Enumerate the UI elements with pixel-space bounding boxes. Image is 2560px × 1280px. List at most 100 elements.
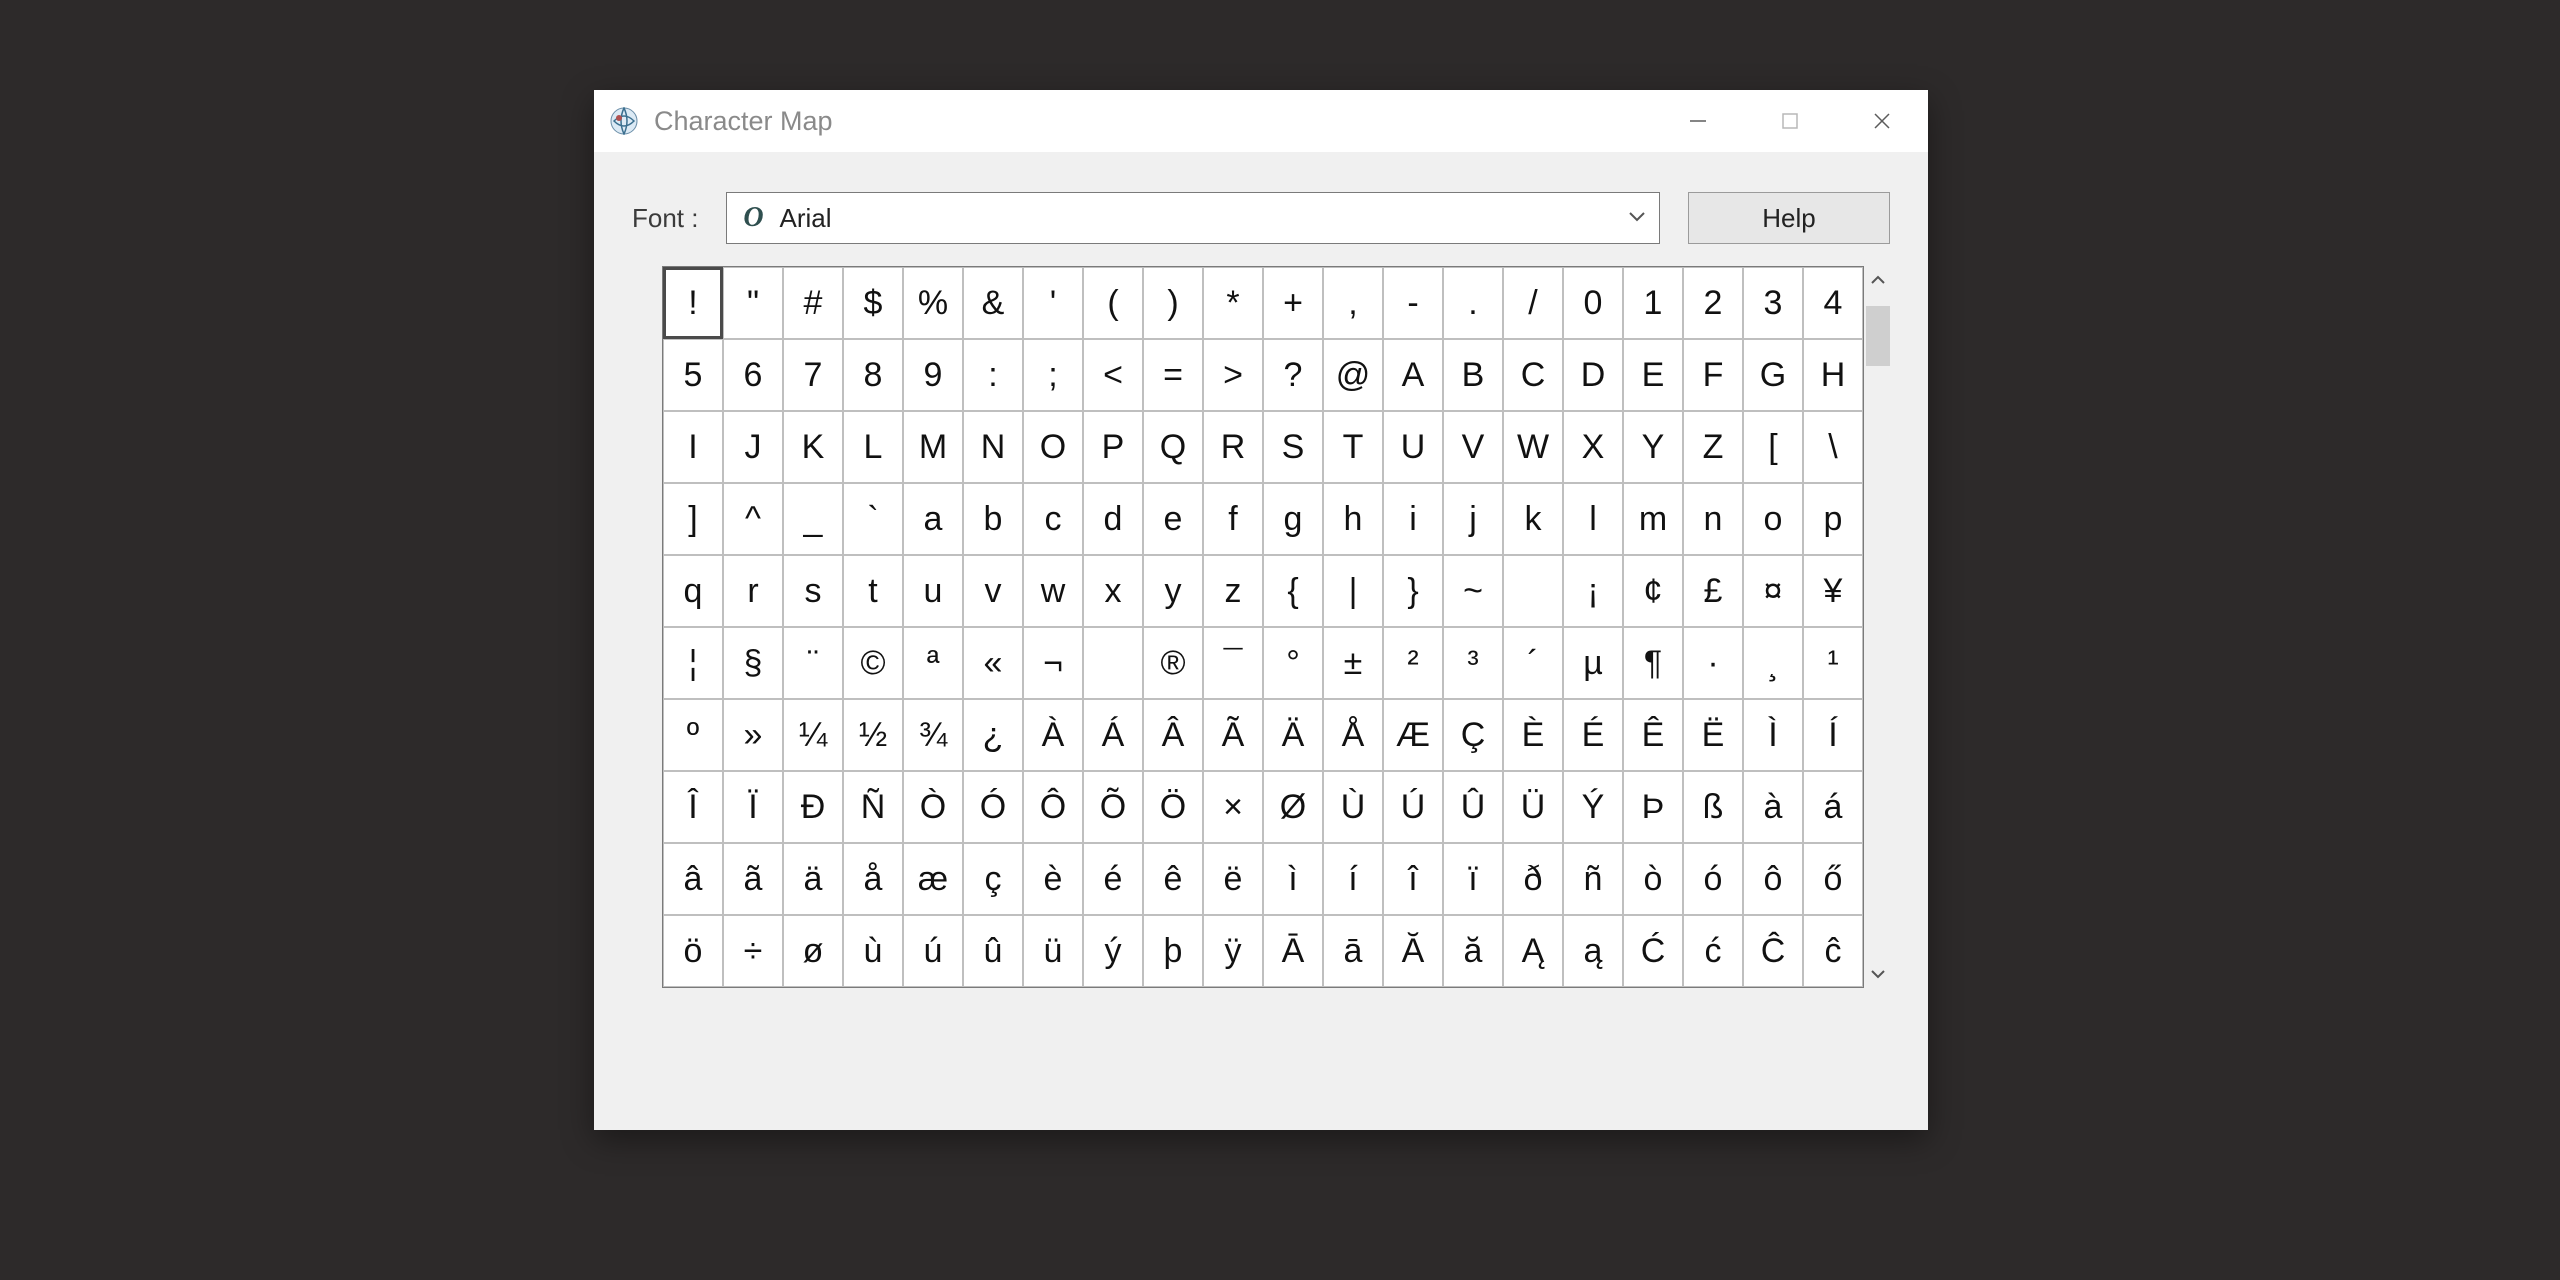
char-cell[interactable]: 3 bbox=[1743, 267, 1803, 339]
char-cell[interactable]: n bbox=[1683, 483, 1743, 555]
char-cell[interactable]: û bbox=[963, 915, 1023, 987]
char-cell[interactable]: 6 bbox=[723, 339, 783, 411]
char-cell[interactable]: O bbox=[1023, 411, 1083, 483]
char-cell[interactable]: i bbox=[1383, 483, 1443, 555]
char-cell[interactable]: º bbox=[663, 699, 723, 771]
char-cell[interactable]: M bbox=[903, 411, 963, 483]
char-cell[interactable]: ° bbox=[1263, 627, 1323, 699]
char-cell[interactable]: ¯ bbox=[1203, 627, 1263, 699]
char-cell[interactable]: ] bbox=[663, 483, 723, 555]
char-cell[interactable]: ø bbox=[783, 915, 843, 987]
minimize-button[interactable] bbox=[1652, 90, 1744, 152]
vertical-scrollbar[interactable] bbox=[1864, 266, 1892, 988]
char-cell[interactable]: 7 bbox=[783, 339, 843, 411]
char-cell[interactable]: î bbox=[1383, 843, 1443, 915]
char-cell[interactable]: ? bbox=[1263, 339, 1323, 411]
char-cell[interactable]: Ă bbox=[1383, 915, 1443, 987]
char-cell[interactable]: f bbox=[1203, 483, 1263, 555]
char-cell[interactable]: Ö bbox=[1143, 771, 1203, 843]
char-cell[interactable]: å bbox=[843, 843, 903, 915]
char-cell[interactable]: Î bbox=[663, 771, 723, 843]
char-cell[interactable]: à bbox=[1743, 771, 1803, 843]
char-cell[interactable]: ª bbox=[903, 627, 963, 699]
char-cell[interactable]: ¹ bbox=[1803, 627, 1863, 699]
char-cell[interactable]: q bbox=[663, 555, 723, 627]
char-cell[interactable]: Â bbox=[1143, 699, 1203, 771]
char-cell[interactable]: } bbox=[1383, 555, 1443, 627]
char-cell[interactable]: ¾ bbox=[903, 699, 963, 771]
char-cell[interactable]: + bbox=[1263, 267, 1323, 339]
char-cell[interactable]: * bbox=[1203, 267, 1263, 339]
char-cell[interactable]: á bbox=[1803, 771, 1863, 843]
char-cell[interactable]: _ bbox=[783, 483, 843, 555]
char-cell[interactable]: ú bbox=[903, 915, 963, 987]
char-cell[interactable]: Y bbox=[1623, 411, 1683, 483]
char-cell[interactable]: 4 bbox=[1803, 267, 1863, 339]
char-cell[interactable]: b bbox=[963, 483, 1023, 555]
char-cell[interactable]: | bbox=[1323, 555, 1383, 627]
char-cell[interactable]: ç bbox=[963, 843, 1023, 915]
char-cell[interactable]: ô bbox=[1743, 843, 1803, 915]
char-cell[interactable]: X bbox=[1563, 411, 1623, 483]
char-cell[interactable]: Ó bbox=[963, 771, 1023, 843]
char-cell[interactable]: ½ bbox=[843, 699, 903, 771]
char-cell[interactable]: l bbox=[1563, 483, 1623, 555]
char-cell[interactable]: - bbox=[1383, 267, 1443, 339]
char-cell[interactable]: y bbox=[1143, 555, 1203, 627]
scroll-thumb[interactable] bbox=[1866, 306, 1890, 366]
char-cell[interactable]: $ bbox=[843, 267, 903, 339]
char-cell[interactable]: p bbox=[1803, 483, 1863, 555]
char-cell[interactable]: Ü bbox=[1503, 771, 1563, 843]
char-cell[interactable]: µ bbox=[1563, 627, 1623, 699]
char-cell[interactable]: Ì bbox=[1743, 699, 1803, 771]
char-cell[interactable]: F bbox=[1683, 339, 1743, 411]
char-cell[interactable]: ó bbox=[1683, 843, 1743, 915]
char-cell[interactable]: 0 bbox=[1563, 267, 1623, 339]
char-cell[interactable]: ò bbox=[1623, 843, 1683, 915]
char-cell[interactable]: ą bbox=[1563, 915, 1623, 987]
char-cell[interactable]: { bbox=[1263, 555, 1323, 627]
char-cell[interactable]: Ô bbox=[1023, 771, 1083, 843]
scroll-down-arrow-icon[interactable] bbox=[1864, 960, 1892, 988]
char-cell[interactable]: ¬ bbox=[1023, 627, 1083, 699]
char-cell[interactable]: u bbox=[903, 555, 963, 627]
char-cell[interactable]: % bbox=[903, 267, 963, 339]
char-cell[interactable]: T bbox=[1323, 411, 1383, 483]
help-button[interactable]: Help bbox=[1688, 192, 1890, 244]
char-cell[interactable]: Ú bbox=[1383, 771, 1443, 843]
char-cell[interactable]: Ä bbox=[1263, 699, 1323, 771]
char-cell[interactable]: > bbox=[1203, 339, 1263, 411]
char-cell[interactable]: @ bbox=[1323, 339, 1383, 411]
char-cell[interactable]: ä bbox=[783, 843, 843, 915]
char-cell[interactable]: ì bbox=[1263, 843, 1323, 915]
char-cell[interactable]: ' bbox=[1023, 267, 1083, 339]
char-cell[interactable]: Þ bbox=[1623, 771, 1683, 843]
char-cell[interactable]: Å bbox=[1323, 699, 1383, 771]
char-cell[interactable]: ê bbox=[1143, 843, 1203, 915]
char-cell[interactable]: S bbox=[1263, 411, 1323, 483]
scroll-up-arrow-icon[interactable] bbox=[1864, 266, 1892, 294]
char-cell[interactable]: ë bbox=[1203, 843, 1263, 915]
char-cell[interactable]: 1 bbox=[1623, 267, 1683, 339]
char-cell[interactable]: ¦ bbox=[663, 627, 723, 699]
char-cell[interactable]: ¢ bbox=[1623, 555, 1683, 627]
char-cell[interactable]: J bbox=[723, 411, 783, 483]
char-cell[interactable]: § bbox=[723, 627, 783, 699]
char-cell[interactable]: £ bbox=[1683, 555, 1743, 627]
char-cell[interactable]: o bbox=[1743, 483, 1803, 555]
char-cell[interactable]: â bbox=[663, 843, 723, 915]
char-cell[interactable]: È bbox=[1503, 699, 1563, 771]
char-cell[interactable]: Ë bbox=[1683, 699, 1743, 771]
char-cell[interactable]: w bbox=[1023, 555, 1083, 627]
char-cell[interactable]: Ã bbox=[1203, 699, 1263, 771]
char-cell[interactable]: é bbox=[1083, 843, 1143, 915]
char-cell[interactable]: z bbox=[1203, 555, 1263, 627]
char-cell[interactable]: K bbox=[783, 411, 843, 483]
char-cell[interactable]: Z bbox=[1683, 411, 1743, 483]
char-cell[interactable]: þ bbox=[1143, 915, 1203, 987]
char-cell[interactable]: ÷ bbox=[723, 915, 783, 987]
char-cell[interactable]: k bbox=[1503, 483, 1563, 555]
char-cell[interactable]: ĉ bbox=[1803, 915, 1863, 987]
char-cell[interactable]: R bbox=[1203, 411, 1263, 483]
char-cell[interactable]: ± bbox=[1323, 627, 1383, 699]
